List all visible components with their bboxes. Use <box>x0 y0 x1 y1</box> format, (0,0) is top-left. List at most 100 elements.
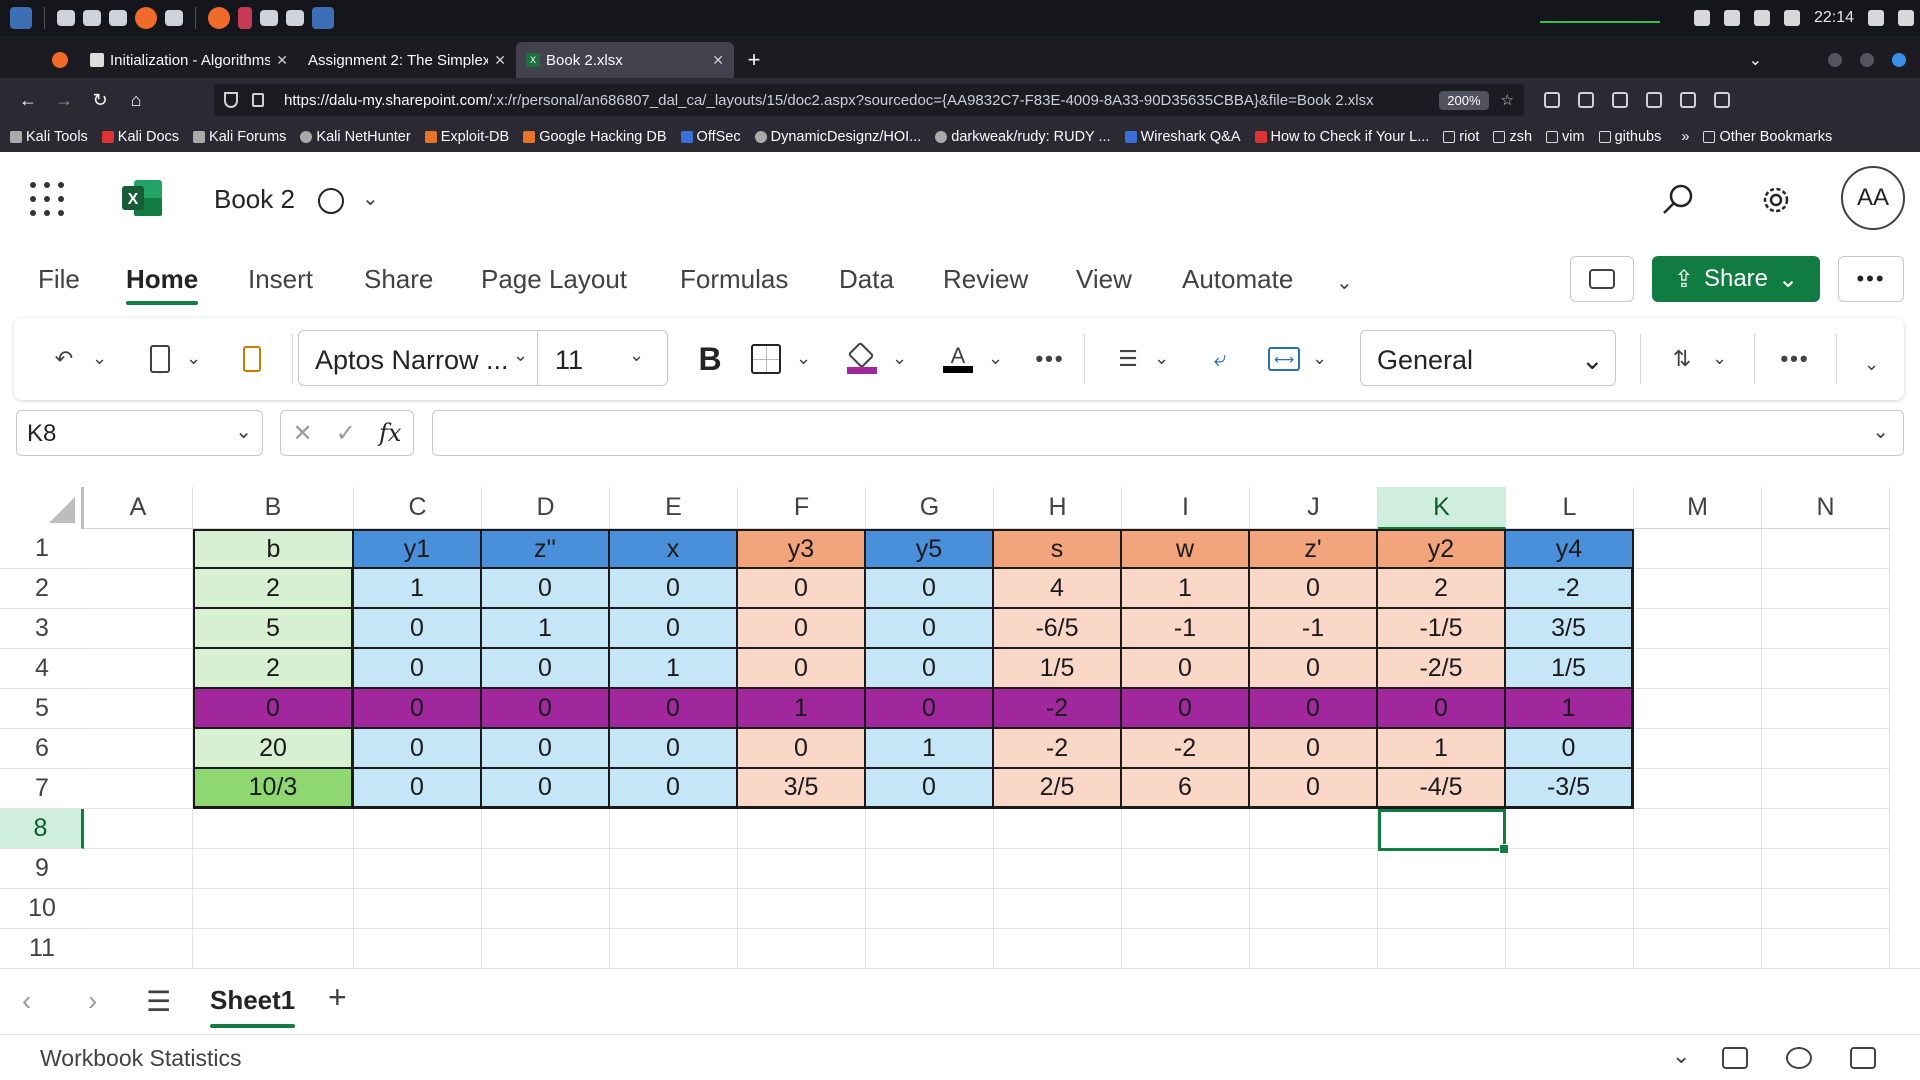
desktop-icon[interactable] <box>57 10 75 26</box>
list-all-tabs-icon[interactable]: ⌄ <box>1749 50 1762 70</box>
sort-filter-dropdown-icon[interactable]: ⌄ <box>1712 348 1727 369</box>
cell[interactable] <box>84 769 193 809</box>
table-header-cell[interactable]: y5 <box>866 529 994 569</box>
cell[interactable] <box>1634 889 1762 929</box>
more-options-button[interactable]: ••• <box>1838 256 1904 302</box>
more-commands-icon[interactable]: ••• <box>1770 334 1820 384</box>
cell[interactable] <box>1378 889 1506 929</box>
cell[interactable] <box>1634 569 1762 609</box>
column-header-f[interactable]: F <box>738 487 866 529</box>
add-sheet-icon[interactable]: + <box>328 979 347 1016</box>
font-size[interactable]: 11 <box>555 345 583 376</box>
minimize-window-icon[interactable] <box>1828 53 1842 67</box>
cell[interactable] <box>1762 809 1890 849</box>
column-header-a[interactable]: A <box>84 487 193 529</box>
settings-gear-icon[interactable] <box>1758 182 1794 218</box>
tab-formulas[interactable]: Formulas <box>680 264 788 295</box>
ublock-icon[interactable] <box>1680 92 1696 108</box>
column-header-n[interactable]: N <box>1762 487 1890 529</box>
spreadsheet-grid[interactable]: A B C D E F G H I J K L M N 1 2 3 4 5 6 7 8 9 10 11 b y1 z'' x y3 y5 s w… <box>0 463 1920 968</box>
bookmark-item[interactable]: Kali Forums <box>193 129 286 145</box>
cell[interactable] <box>1506 889 1634 929</box>
table-cell[interactable]: 1/5 <box>994 649 1122 689</box>
row-header-3[interactable]: 3 <box>0 609 84 649</box>
cell[interactable] <box>1634 809 1762 849</box>
cell[interactable] <box>1634 609 1762 649</box>
next-sheet-icon[interactable]: › <box>88 985 97 1017</box>
cell[interactable] <box>193 809 354 849</box>
bookmark-item[interactable]: How to Check if Your L... <box>1254 129 1429 145</box>
file-manager-icon[interactable] <box>83 10 101 26</box>
paste-dropdown-icon[interactable]: ⌄ <box>186 348 201 369</box>
feedback-icon[interactable] <box>1850 1047 1876 1069</box>
workbook-statistics[interactable]: Workbook Statistics <box>40 1045 242 1072</box>
cell[interactable] <box>1122 809 1250 849</box>
sort-filter-icon[interactable]: ⇅ <box>1660 334 1704 384</box>
table-header-cell[interactable]: z' <box>1250 529 1378 569</box>
row-header-6[interactable]: 6 <box>0 729 84 769</box>
borders-icon[interactable] <box>744 334 788 384</box>
cell[interactable] <box>866 809 994 849</box>
cell[interactable] <box>193 849 354 889</box>
table-cell[interactable]: 1 <box>866 729 994 769</box>
row-header-9[interactable]: 9 <box>0 849 84 889</box>
table-cell[interactable]: 0 <box>1250 769 1378 809</box>
name-box[interactable]: K8 ⌄ <box>16 410 263 456</box>
home-button[interactable]: ⌂ <box>118 84 154 116</box>
bookmark-item[interactable]: Kali NetHunter <box>300 129 411 145</box>
close-tab-icon[interactable]: ✕ <box>276 52 288 69</box>
cell[interactable] <box>1634 769 1762 809</box>
cell[interactable] <box>482 809 610 849</box>
account-icon[interactable] <box>1646 92 1662 108</box>
cell[interactable] <box>354 889 482 929</box>
all-sheets-menu-icon[interactable]: ☰ <box>146 985 171 1018</box>
table-cell[interactable]: 6 <box>1122 769 1250 809</box>
cell[interactable] <box>84 849 193 889</box>
cell[interactable] <box>1634 929 1762 968</box>
table-cell[interactable]: 1/5 <box>1506 649 1634 689</box>
table-cell[interactable]: 0 <box>354 649 482 689</box>
cell[interactable] <box>1762 849 1890 889</box>
table-cell[interactable]: 2 <box>1378 569 1506 609</box>
table-cell[interactable]: -6/5 <box>994 609 1122 649</box>
expand-ribbon-icon[interactable]: ⌄ <box>1864 354 1879 375</box>
table-cell[interactable]: -2/5 <box>1378 649 1506 689</box>
table-cell[interactable]: 0 <box>354 609 482 649</box>
table-cell[interactable]: 0 <box>866 769 994 809</box>
new-tab-button[interactable]: + <box>734 42 774 78</box>
table-cell[interactable]: 0 <box>193 689 354 729</box>
row-header-4[interactable]: 4 <box>0 649 84 689</box>
table-cell[interactable]: 1 <box>354 569 482 609</box>
table-cell[interactable]: 20 <box>193 729 354 769</box>
maximize-window-icon[interactable] <box>1860 53 1874 67</box>
table-cell[interactable]: 0 <box>1250 649 1378 689</box>
column-header-j[interactable]: J <box>1250 487 1378 529</box>
more-tabs-chevron-icon[interactable]: ⌄ <box>1336 270 1353 295</box>
cell[interactable] <box>1762 769 1890 809</box>
table-cell[interactable]: 0 <box>1122 649 1250 689</box>
mute-icon[interactable] <box>1723 10 1740 26</box>
table-header-cell[interactable]: s <box>994 529 1122 569</box>
insert-function-icon[interactable]: fx <box>379 419 401 447</box>
table-cell[interactable]: 0 <box>610 769 738 809</box>
table-cell[interactable]: 0 <box>866 609 994 649</box>
cell[interactable] <box>994 809 1122 849</box>
back-button[interactable]: ← <box>10 84 46 116</box>
table-cell[interactable]: 0 <box>738 609 866 649</box>
select-all-corner[interactable] <box>0 487 84 529</box>
row-header-10[interactable]: 10 <box>0 889 84 929</box>
table-cell[interactable]: 0 <box>866 649 994 689</box>
more-font-options-icon[interactable]: ••• <box>1028 334 1072 384</box>
terminal-icon[interactable] <box>165 10 183 26</box>
tab-page-layout[interactable]: Page Layout <box>481 264 627 295</box>
cell[interactable] <box>1506 809 1634 849</box>
cell[interactable] <box>354 929 482 968</box>
table-cell[interactable]: 0 <box>354 729 482 769</box>
clipboard-paste-icon[interactable] <box>140 334 180 384</box>
kali-menu-icon[interactable] <box>10 7 32 29</box>
firefox-launcher-icon[interactable] <box>135 7 157 29</box>
table-cell[interactable]: -2 <box>994 729 1122 769</box>
search-icon[interactable] <box>1660 182 1696 218</box>
zoom-level[interactable]: 200% <box>1439 90 1489 110</box>
cell[interactable] <box>1506 849 1634 889</box>
